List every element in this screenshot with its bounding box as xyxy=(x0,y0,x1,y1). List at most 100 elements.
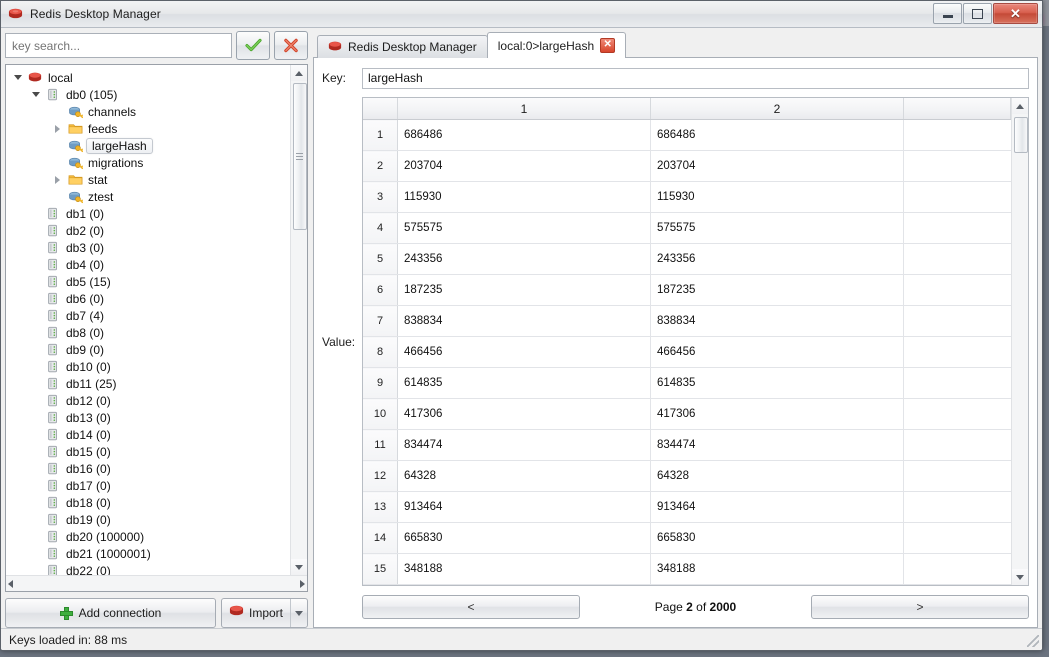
tree-item-db3[interactable]: db3 (0) xyxy=(6,239,290,256)
chevron-down-icon[interactable] xyxy=(10,75,25,80)
close-button[interactable]: ✕ xyxy=(993,3,1038,24)
tree-item-feeds[interactable]: feeds xyxy=(6,120,290,137)
table-row[interactable]: 5 243356 243356 xyxy=(363,243,1011,275)
table-row[interactable]: 7 838834 838834 xyxy=(363,305,1011,337)
table-row[interactable]: 14 665830 665830 xyxy=(363,522,1011,554)
tree-item-db19[interactable]: db19 (0) xyxy=(6,511,290,528)
tree-scroll-thumb[interactable] xyxy=(293,83,307,230)
next-page-button[interactable]: > xyxy=(811,595,1029,619)
table-row[interactable]: 2 203704 203704 xyxy=(363,150,1011,182)
column-header-1[interactable]: 1 xyxy=(397,98,651,120)
cell-column-1[interactable]: 614835 xyxy=(397,367,651,399)
tree-item-db13[interactable]: db13 (0) xyxy=(6,409,290,426)
table-row[interactable]: 4 575575 575575 xyxy=(363,212,1011,244)
minimize-button[interactable] xyxy=(933,3,962,24)
tree-item-db11[interactable]: db11 (25) xyxy=(6,375,290,392)
cell-column-2[interactable]: 913464 xyxy=(650,491,904,523)
tree-item-channels[interactable]: channels xyxy=(6,103,290,120)
cell-column-2[interactable]: 686486 xyxy=(650,119,904,151)
chevron-right-icon[interactable] xyxy=(50,175,65,184)
tree-item-db20[interactable]: db20 (100000) xyxy=(6,528,290,545)
tree-item-db14[interactable]: db14 (0) xyxy=(6,426,290,443)
cell-column-1[interactable]: 203704 xyxy=(397,150,651,182)
cell-column-1[interactable]: 417306 xyxy=(397,398,651,430)
cell-column-2[interactable]: 187235 xyxy=(650,274,904,306)
tab-largehash[interactable]: local:0>largeHash ✕ xyxy=(486,32,627,58)
chevron-right-icon[interactable] xyxy=(300,579,305,588)
clear-search-button[interactable] xyxy=(274,31,308,60)
search-input[interactable] xyxy=(5,33,232,58)
tab-home[interactable]: Redis Desktop Manager xyxy=(317,35,488,58)
cell-column-2[interactable]: 575575 xyxy=(650,212,904,244)
tree-item-db1[interactable]: db1 (0) xyxy=(6,205,290,222)
tree-item-local[interactable]: local xyxy=(6,69,290,86)
tree-item-db5[interactable]: db5 (15) xyxy=(6,273,290,290)
tree-item-db12[interactable]: db12 (0) xyxy=(6,392,290,409)
table-row[interactable]: 15 348188 348188 xyxy=(363,553,1011,585)
cell-column-1[interactable]: 838834 xyxy=(397,305,651,337)
cell-column-1[interactable]: 665830 xyxy=(397,522,651,554)
chevron-down-icon[interactable] xyxy=(28,92,43,97)
tree-item-db16[interactable]: db16 (0) xyxy=(6,460,290,477)
chevron-right-icon[interactable] xyxy=(50,124,65,133)
tree-item-db17[interactable]: db17 (0) xyxy=(6,477,290,494)
cell-column-2[interactable]: 838834 xyxy=(650,305,904,337)
cell-column-2[interactable]: 834474 xyxy=(650,429,904,461)
tree-item-db15[interactable]: db15 (0) xyxy=(6,443,290,460)
cell-column-2[interactable]: 940667 xyxy=(650,584,904,585)
table-vertical-scrollbar[interactable] xyxy=(1011,98,1028,585)
cell-column-1[interactable]: 64328 xyxy=(397,460,651,492)
tree-horizontal-scrollbar[interactable] xyxy=(6,575,307,591)
tree-item-db10[interactable]: db10 (0) xyxy=(6,358,290,375)
tree-item-stat[interactable]: stat xyxy=(6,171,290,188)
cell-column-2[interactable]: 348188 xyxy=(650,553,904,585)
cell-column-1[interactable]: 834474 xyxy=(397,429,651,461)
tree-item-db8[interactable]: db8 (0) xyxy=(6,324,290,341)
resize-grip-icon[interactable] xyxy=(1027,635,1039,647)
tree-item-db18[interactable]: db18 (0) xyxy=(6,494,290,511)
tree-item-db7[interactable]: db7 (4) xyxy=(6,307,290,324)
tree-item-db22[interactable]: db22 (0) xyxy=(6,562,290,575)
cell-column-1[interactable]: 466456 xyxy=(397,336,651,368)
tree-scroll-down-button[interactable] xyxy=(291,559,307,575)
maximize-button[interactable] xyxy=(963,3,992,24)
cell-column-1[interactable]: 243356 xyxy=(397,243,651,275)
table-row[interactable]: 16940667940667 xyxy=(363,584,1011,585)
cell-column-2[interactable]: 243356 xyxy=(650,243,904,275)
column-header-filler[interactable] xyxy=(903,98,1011,120)
cell-column-2[interactable]: 64328 xyxy=(650,460,904,492)
cell-column-2[interactable]: 115930 xyxy=(650,181,904,213)
tree-item-db6[interactable]: db6 (0) xyxy=(6,290,290,307)
table-row[interactable]: 10 417306 417306 xyxy=(363,398,1011,430)
table-row[interactable]: 12 64328 64328 xyxy=(363,460,1011,492)
title-bar[interactable]: Redis Desktop Manager ✕ xyxy=(1,1,1042,28)
table-row[interactable]: 11 834474 834474 xyxy=(363,429,1011,461)
table-row[interactable]: 3 115930 115930 xyxy=(363,181,1011,213)
cell-column-1[interactable]: 575575 xyxy=(397,212,651,244)
key-input[interactable] xyxy=(362,67,1029,89)
tree-item-db0[interactable]: db0 (105) xyxy=(6,86,290,103)
cell-column-2[interactable]: 665830 xyxy=(650,522,904,554)
cell-column-2[interactable]: 466456 xyxy=(650,336,904,368)
tree-item-migrations[interactable]: migrations xyxy=(6,154,290,171)
table-row[interactable]: 1 686486 686486 xyxy=(363,119,1011,151)
previous-page-button[interactable]: < xyxy=(362,595,580,619)
import-button[interactable]: Import xyxy=(220,598,308,628)
tree-scroll-up-button[interactable] xyxy=(291,65,307,81)
tree-item-largehash[interactable]: largeHash xyxy=(6,137,290,154)
table-scroll-up-button[interactable] xyxy=(1012,98,1028,114)
cell-column-2[interactable]: 203704 xyxy=(650,150,904,182)
apply-search-button[interactable] xyxy=(236,31,270,60)
chevron-left-icon[interactable] xyxy=(8,579,13,588)
tree-item-db9[interactable]: db9 (0) xyxy=(6,341,290,358)
table-row[interactable]: 9 614835 614835 xyxy=(363,367,1011,399)
cell-column-2[interactable]: 614835 xyxy=(650,367,904,399)
import-dropdown-button[interactable] xyxy=(290,599,307,627)
cell-column-1[interactable]: 940667 xyxy=(397,584,651,585)
column-header-2[interactable]: 2 xyxy=(650,98,904,120)
add-connection-button[interactable]: Add connection xyxy=(5,598,216,628)
tree-item-db2[interactable]: db2 (0) xyxy=(6,222,290,239)
tree-vertical-scrollbar[interactable] xyxy=(290,65,307,575)
cell-column-1[interactable]: 913464 xyxy=(397,491,651,523)
table-row[interactable]: 8 466456 466456 xyxy=(363,336,1011,368)
